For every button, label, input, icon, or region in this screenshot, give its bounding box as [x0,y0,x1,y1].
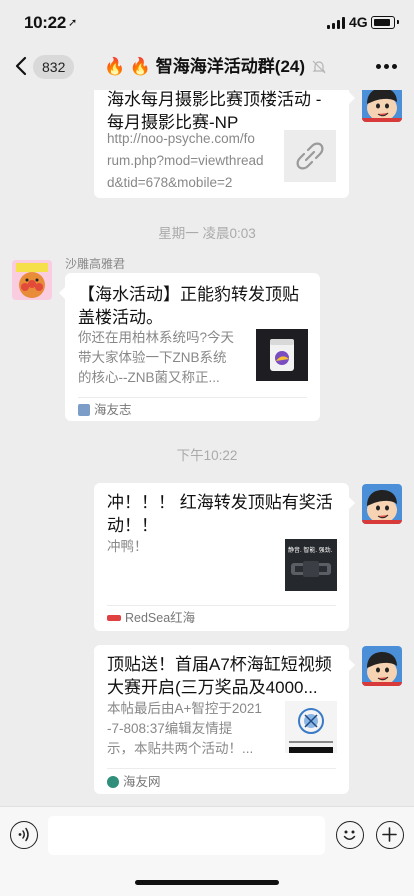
timestamp: 星期一 凌晨0:03 [158,226,256,241]
status-bar: 10:22 ➚ 4G [0,0,414,44]
link-card-message[interactable]: 顶贴送！首届A7杯海缸短视频 大赛开启(三万奖品及4000... 本帖最后由A+… [94,645,355,794]
chat-title[interactable]: 🔥 🔥 智海海洋活动群(24) [104,54,324,80]
link-card-message[interactable]: 【海水活动】正能豹转发顶贴 盖楼活动。 你还在用柏林系统吗?今天 带大家体验一下… [59,273,320,421]
voice-icon[interactable] [10,821,38,849]
link-thumbnail [284,130,336,182]
link-icon [296,142,324,170]
card-thumbnail: 静音. 智能. 强劲. [285,539,337,591]
card-url: http://noo-psyche.com/fo rum.php?mod=vie… [107,131,264,190]
divider [78,397,307,398]
source-logo-icon [78,404,90,416]
card-title: 【海水活动】正能豹转发顶贴 盖楼活动。 [78,285,299,327]
divider [107,768,336,769]
divider [107,605,336,606]
chat-header: 832 🔥 🔥 智海海洋活动群(24) [0,44,414,90]
card-description: 你还在用柏林系统吗?今天 带大家体验一下ZNB系统 的核心--ZNB菌又称正..… [78,330,235,385]
message-input[interactable] [48,816,325,855]
card-source: RedSea红海 [107,610,195,626]
bell-slash-icon [312,60,326,74]
link-card-message[interactable]: 海水每月摄影比赛顶楼活动 - 每月摄影比赛-NP http://noo-psyc… [94,90,355,198]
card-source: 海友网 [107,774,161,790]
card-description: 冲鸭！ [107,539,148,554]
avatar[interactable] [362,484,402,524]
sender-name: 沙雕高雅君 [65,257,126,271]
source-logo-icon [107,776,119,788]
signal-icon [327,17,345,29]
chat-message-list[interactable]: 海水每月摄影比赛顶楼活动 - 每月摄影比赛-NP http://noo-psyc… [0,90,414,806]
battery-icon [371,16,399,29]
status-time: 10:22 ➚ [24,13,77,32]
ellipsis-icon[interactable] [376,64,398,70]
plus-icon[interactable] [376,821,404,849]
card-source: 海友志 [78,402,132,418]
unread-count-badge[interactable]: 832 [33,55,75,79]
avatar[interactable] [362,90,402,122]
chevron-left-icon[interactable] [14,56,28,76]
card-thumbnail [285,701,337,753]
card-title: 冲！！！ 红海转发顶贴有奖活 动！！ [107,493,333,535]
card-title: 顶贴送！首届A7杯海缸短视频 大赛开启(三万奖品及4000... [107,655,332,697]
avatar[interactable] [362,646,402,686]
avatar[interactable] [12,260,52,300]
card-description: 本帖最后由A+智控于2021 -7-808:37编辑友情提 示，本贴共两个活动！… [107,701,262,756]
card-thumbnail [256,329,308,381]
network-type: 4G [349,14,368,30]
timestamp: 下午10:22 [176,448,238,463]
link-card-message[interactable]: 冲！！！ 红海转发顶贴有奖活 动！！ 冲鸭！ 静音. 智能. 强劲. RedSe… [94,483,355,631]
source-logo-icon [107,615,121,621]
home-indicator[interactable] [135,880,279,885]
smiley-icon[interactable] [336,821,364,849]
location-arrow-icon: ➚ [67,17,77,29]
